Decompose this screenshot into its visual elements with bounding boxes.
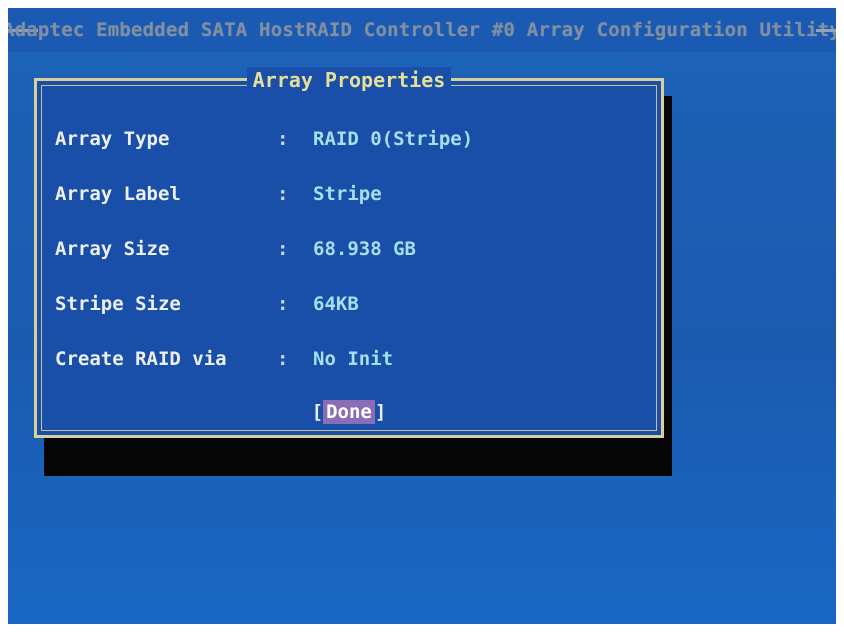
- field-value: No Init: [313, 348, 394, 370]
- field-value: Stripe: [313, 183, 382, 205]
- field-separator: :: [277, 293, 289, 315]
- field-label: Array Type: [55, 128, 170, 150]
- done-button-label[interactable]: Done: [323, 400, 375, 424]
- field-separator: :: [277, 183, 289, 205]
- field-value: RAID 0(Stripe): [313, 128, 474, 150]
- title-divider-right: [816, 29, 836, 32]
- field-array-size: Array Size : 68.938 GB: [55, 234, 416, 264]
- utility-title: Adaptec Embedded SATA HostRAID Controlle…: [8, 19, 836, 41]
- done-left-bracket: [: [311, 401, 324, 423]
- done-button[interactable]: [Done]: [37, 400, 661, 424]
- field-array-type: Array Type : RAID 0(Stripe): [55, 124, 473, 154]
- utility-title-bar: Adaptec Embedded SATA HostRAID Controlle…: [8, 8, 836, 52]
- field-value: 68.938 GB: [313, 238, 416, 260]
- bios-screen: Adaptec Embedded SATA HostRAID Controlle…: [8, 8, 836, 624]
- field-label: Array Size: [55, 238, 170, 260]
- dialog-title: Array Properties: [246, 67, 452, 93]
- field-value: 64KB: [313, 293, 359, 315]
- field-label: Stripe Size: [55, 293, 181, 315]
- field-array-label: Array Label : Stripe: [55, 179, 382, 209]
- array-properties-dialog: Array Properties Array Type : RAID 0(Str…: [34, 67, 664, 438]
- field-create-raid-via: Create RAID via : No Init: [55, 344, 393, 374]
- field-stripe-size: Stripe Size : 64KB: [55, 289, 359, 319]
- field-label: Create RAID via: [55, 348, 227, 370]
- done-right-bracket: ]: [374, 401, 387, 423]
- field-label: Array Label: [55, 183, 181, 205]
- field-separator: :: [277, 348, 289, 370]
- field-separator: :: [277, 238, 289, 260]
- dialog-title-bar: Array Properties: [37, 67, 661, 93]
- field-separator: :: [277, 128, 289, 150]
